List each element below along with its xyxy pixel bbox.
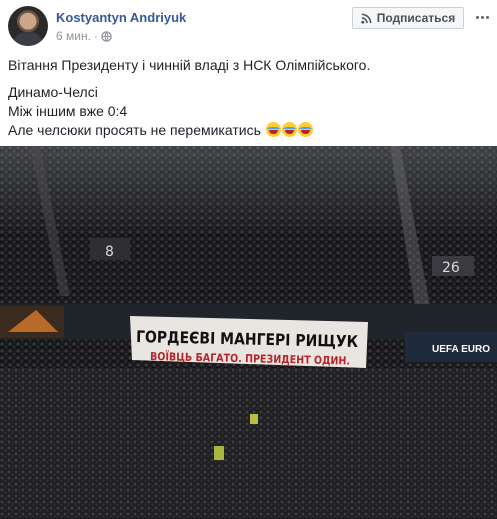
meta-separator: ·: [93, 29, 98, 43]
protest-banner: ГОРДЕЄВІ МАНГЕРІ РИЩУК ВОЇВЦЬ БАГАТО. ПР…: [130, 316, 368, 368]
post-photo[interactable]: 8 26 UEFA EURO ГОРДЕЄВІ МАНГЕРІ РИЩУК ВО…: [0, 146, 497, 519]
post-line: Але челсюки просять не перемикатись: [8, 122, 261, 138]
post-line: Між іншим вже 0:4: [8, 103, 128, 119]
laughing-tears-emoji-icon: [265, 122, 281, 137]
author-name[interactable]: Kostyantyn Andriyuk: [56, 10, 186, 25]
post-text: Вітання Президенту і чинній владі з НСК …: [8, 56, 488, 140]
ad-board-text: UEFA EURO: [432, 344, 490, 355]
subscribe-button[interactable]: Подписаться: [352, 7, 464, 29]
avatar[interactable]: [8, 6, 48, 46]
sector-number-left: 8: [105, 244, 114, 260]
laughing-tears-emoji-icon: [281, 122, 297, 137]
post-time[interactable]: 6 мин.: [56, 29, 91, 43]
globe-icon: [101, 30, 112, 42]
post-header: Kostyantyn Andriyuk 6 мин. · Подписаться: [0, 0, 497, 50]
sector-number-right: 26: [442, 260, 460, 276]
post-line: Динамо-Челсі: [8, 84, 98, 100]
more-options-icon[interactable]: [473, 10, 491, 24]
post-line: Вітання Президенту і чинній владі з НСК …: [8, 57, 371, 73]
stadium-photo: 8 26 UEFA EURO ГОРДЕЄВІ МАНГЕРІ РИЩУК ВО…: [0, 146, 497, 519]
laughing-tears-emoji-icon: [297, 122, 313, 137]
post-meta: 6 мин. ·: [56, 29, 112, 43]
subscribe-label: Подписаться: [376, 11, 456, 25]
rss-icon: [361, 13, 372, 24]
post-line-with-emoji: Але челсюки просять не перемикатись: [8, 121, 488, 140]
